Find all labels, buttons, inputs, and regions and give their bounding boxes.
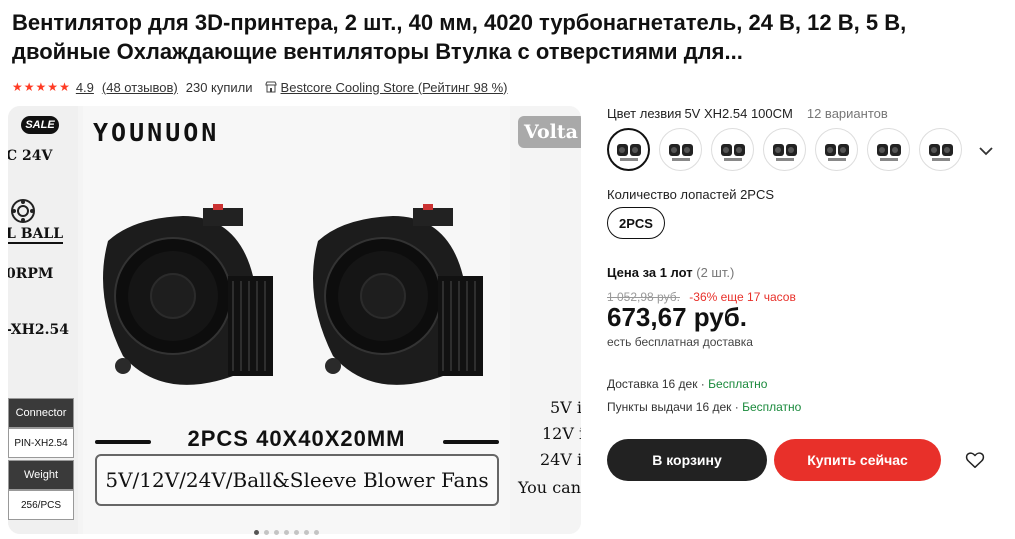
price-label: Цена за 1 лот (2 шт.) [607, 265, 734, 280]
delivery-pickup-free: Бесплатно [742, 400, 802, 414]
delivery-home-free: Бесплатно [708, 377, 768, 391]
star-icon: ★ [59, 80, 70, 94]
variant-swatch[interactable] [867, 128, 910, 171]
blower-fan-right [313, 204, 483, 385]
connector-value: PIN-XH2.54 [8, 428, 74, 458]
gallery-pagination [254, 530, 319, 535]
fan-thumbnail-icon [824, 143, 849, 161]
fan-thumbnail-icon [668, 143, 693, 161]
blades-label: Количество лопастей 2PCS [607, 187, 775, 202]
sale-badge: SALE [21, 116, 59, 134]
image-caption-voltage: 5V/12V/24V/Ball&Sleeve Blower Fans [95, 454, 499, 506]
blower-fan-left [103, 204, 273, 385]
variant-swatch[interactable] [659, 128, 702, 171]
gallery-dot[interactable] [284, 530, 289, 535]
spec-text: L BALL [8, 226, 64, 244]
variant-header: Цвет лезвия 5V XH2.54 100CM 12 вариантов [607, 106, 1007, 124]
delivery-pickup: Пункты выдачи 16 дек · Бесплатно [607, 400, 801, 414]
delivery-pickup-text: Пункты выдачи 16 дек · [607, 400, 743, 414]
rating-value[interactable]: 4.9 [76, 80, 94, 95]
star-icon: ★ [35, 80, 47, 94]
connector-label: Connector [8, 398, 74, 428]
next-slide-heading: Volta [518, 116, 581, 148]
fan-thumbnail-icon [772, 143, 797, 161]
weight-value: 256/PCS [8, 490, 74, 520]
product-meta: ★ ★ ★ ★ ★ 4.9 (48 отзывов) 230 купили Be… [12, 79, 507, 95]
heart-icon[interactable] [964, 449, 986, 471]
variant-swatch[interactable] [607, 128, 650, 171]
gallery-dot[interactable] [254, 530, 259, 535]
spec-text: 0RPM [8, 266, 54, 282]
sold-count: 230 купили [185, 79, 253, 95]
gallery-dot[interactable] [274, 530, 279, 535]
free-shipping-note: есть бесплатная доставка [607, 335, 753, 349]
gallery-dot[interactable] [314, 530, 319, 535]
variant-count: 12 вариантов [806, 106, 888, 121]
reviews-link[interactable]: (48 отзывов) [102, 80, 178, 95]
fan-thumbnail-icon [616, 143, 641, 161]
variant-swatch[interactable] [763, 128, 806, 171]
blower-fans-image [103, 204, 483, 385]
next-slide-text: 24V i [540, 450, 581, 469]
star-icon: ★ [23, 80, 35, 94]
add-to-cart-button[interactable]: В корзину [607, 439, 767, 481]
variant-swatch[interactable] [919, 128, 962, 171]
variant-label: Цвет лезвия [607, 106, 682, 121]
gallery-main-slide[interactable]: YOUNUON 2PCS 40X40X20MM 5V/12V/24V/Ball&… [83, 106, 510, 534]
purchase-panel: Цвет лезвия 5V XH2.54 100CM 12 вариантов… [607, 106, 1007, 481]
fan-thumbnail-icon [928, 143, 953, 161]
product-title: Вентилятор для 3D-принтера, 2 шт., 40 мм… [12, 10, 907, 64]
store-link[interactable]: Bestcore Cooling Store (Рейтинг 98 %) [281, 80, 508, 95]
delivery-home-text: Доставка 16 дек · [607, 377, 709, 391]
variant-swatches [607, 128, 962, 171]
current-price: 673,67 руб. [607, 302, 748, 332]
gallery-dot[interactable] [264, 530, 269, 535]
image-gallery[interactable]: SALE C 24V L BALL 0RPM -XH2.54 Connector… [8, 106, 581, 534]
price-label-text: Цена за 1 лот [607, 265, 693, 280]
spec-text: -XH2.54 [8, 322, 69, 338]
variant-swatch[interactable] [815, 128, 858, 171]
gallery-next-slide[interactable]: Volta 5V i 12V i 24V i You can [516, 106, 581, 534]
gallery-dot[interactable] [294, 530, 299, 535]
next-slide-text: You can [518, 478, 581, 497]
star-icon: ★ [47, 80, 59, 94]
price-qty: (2 шт.) [696, 265, 735, 280]
weight-label: Weight [8, 460, 74, 490]
fan-thumbnail-icon [720, 143, 745, 161]
rating-stars: ★ ★ ★ ★ ★ [12, 81, 70, 93]
spec-text: C 24V [8, 148, 53, 164]
fan-thumbnail-icon [876, 143, 901, 161]
star-icon: ★ [12, 80, 23, 94]
store-icon [265, 81, 277, 93]
bearing-icon [11, 199, 35, 223]
variant-selected: 5V XH2.54 100CM [684, 106, 793, 121]
image-caption-size: 2PCS 40X40X20MM [187, 426, 406, 451]
next-slide-text: 12V i [542, 424, 581, 443]
buy-now-button[interactable]: Купить сейчас [774, 439, 941, 481]
next-slide-text: 5V i [550, 398, 581, 417]
gallery-dot[interactable] [304, 530, 309, 535]
gallery-prev-slide[interactable]: SALE C 24V L BALL 0RPM -XH2.54 Connector… [8, 106, 78, 534]
delivery-home: Доставка 16 дек · Бесплатно [607, 377, 767, 391]
brand-logo: YOUNUON [93, 118, 220, 147]
blades-option-2pcs[interactable]: 2PCS [607, 207, 665, 239]
chevron-down-icon[interactable] [977, 142, 995, 160]
variant-swatch[interactable] [711, 128, 754, 171]
